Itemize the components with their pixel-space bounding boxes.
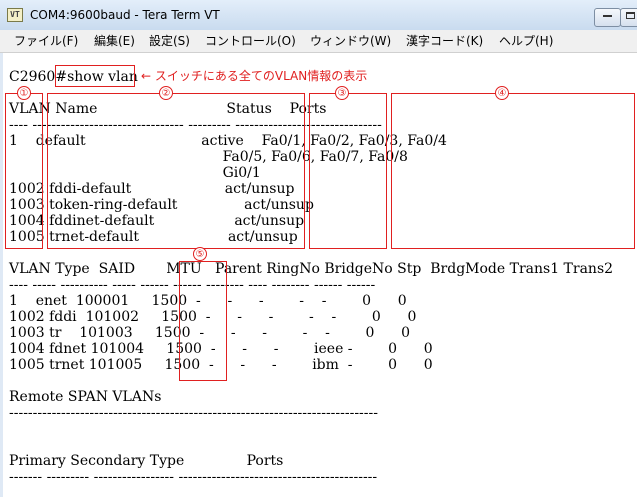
vlan-name-column-box [47,93,305,249]
teraterm-app-icon: VT [7,8,23,22]
terminal-line: Primary Secondary Type Ports [9,453,284,469]
menu-window[interactable]: ウィンドウ(W) [310,32,391,49]
menu-control[interactable]: コントロール(O) [205,32,296,49]
terminal-line: Remote SPAN VLANs [9,389,162,405]
marker-2: ② [159,86,173,100]
status-column-box [309,93,387,249]
marker-1: ① [17,86,31,100]
terminal-screen[interactable]: C2960#show vlan VLAN Name Status Ports -… [3,53,637,497]
maximize-button[interactable] [620,8,637,27]
ports-column-box [391,93,635,249]
menu-kanji-code[interactable]: 漢字コード(K) [406,32,483,49]
menu-file[interactable]: ファイル(F) [14,32,78,49]
marker-5: ⑤ [193,247,207,261]
annotation-note: ← スイッチにある全てのVLAN情報の表示 [141,69,368,83]
minimize-icon [595,15,620,17]
mtu-column-box [179,261,227,381]
menu-edit[interactable]: 編集(E) [94,32,135,49]
vlan-id-column-box [5,93,43,249]
menu-settings[interactable]: 設定(S) [149,32,190,49]
terminal-line: ------- --------- ----------------- ----… [9,469,378,485]
window-titlebar[interactable]: VT COM4:9600baud - Tera Term VT [0,0,637,30]
minimize-button[interactable] [594,8,621,27]
terminal-line: ----------------------------------------… [9,405,378,421]
menu-help[interactable]: ヘルプ(H) [499,32,553,49]
maximize-icon [621,11,637,19]
marker-3: ③ [335,86,349,100]
window-title: COM4:9600baud - Tera Term VT [30,8,220,22]
command-highlight-box [55,65,135,87]
menu-bar: ファイル(F) 編集(E) 設定(S) コントロール(O) ウィンドウ(W) 漢… [0,30,637,53]
terminal-line: VLAN Type SAID MTU Parent RingNo BridgeN… [9,261,614,277]
marker-4: ④ [495,86,509,100]
